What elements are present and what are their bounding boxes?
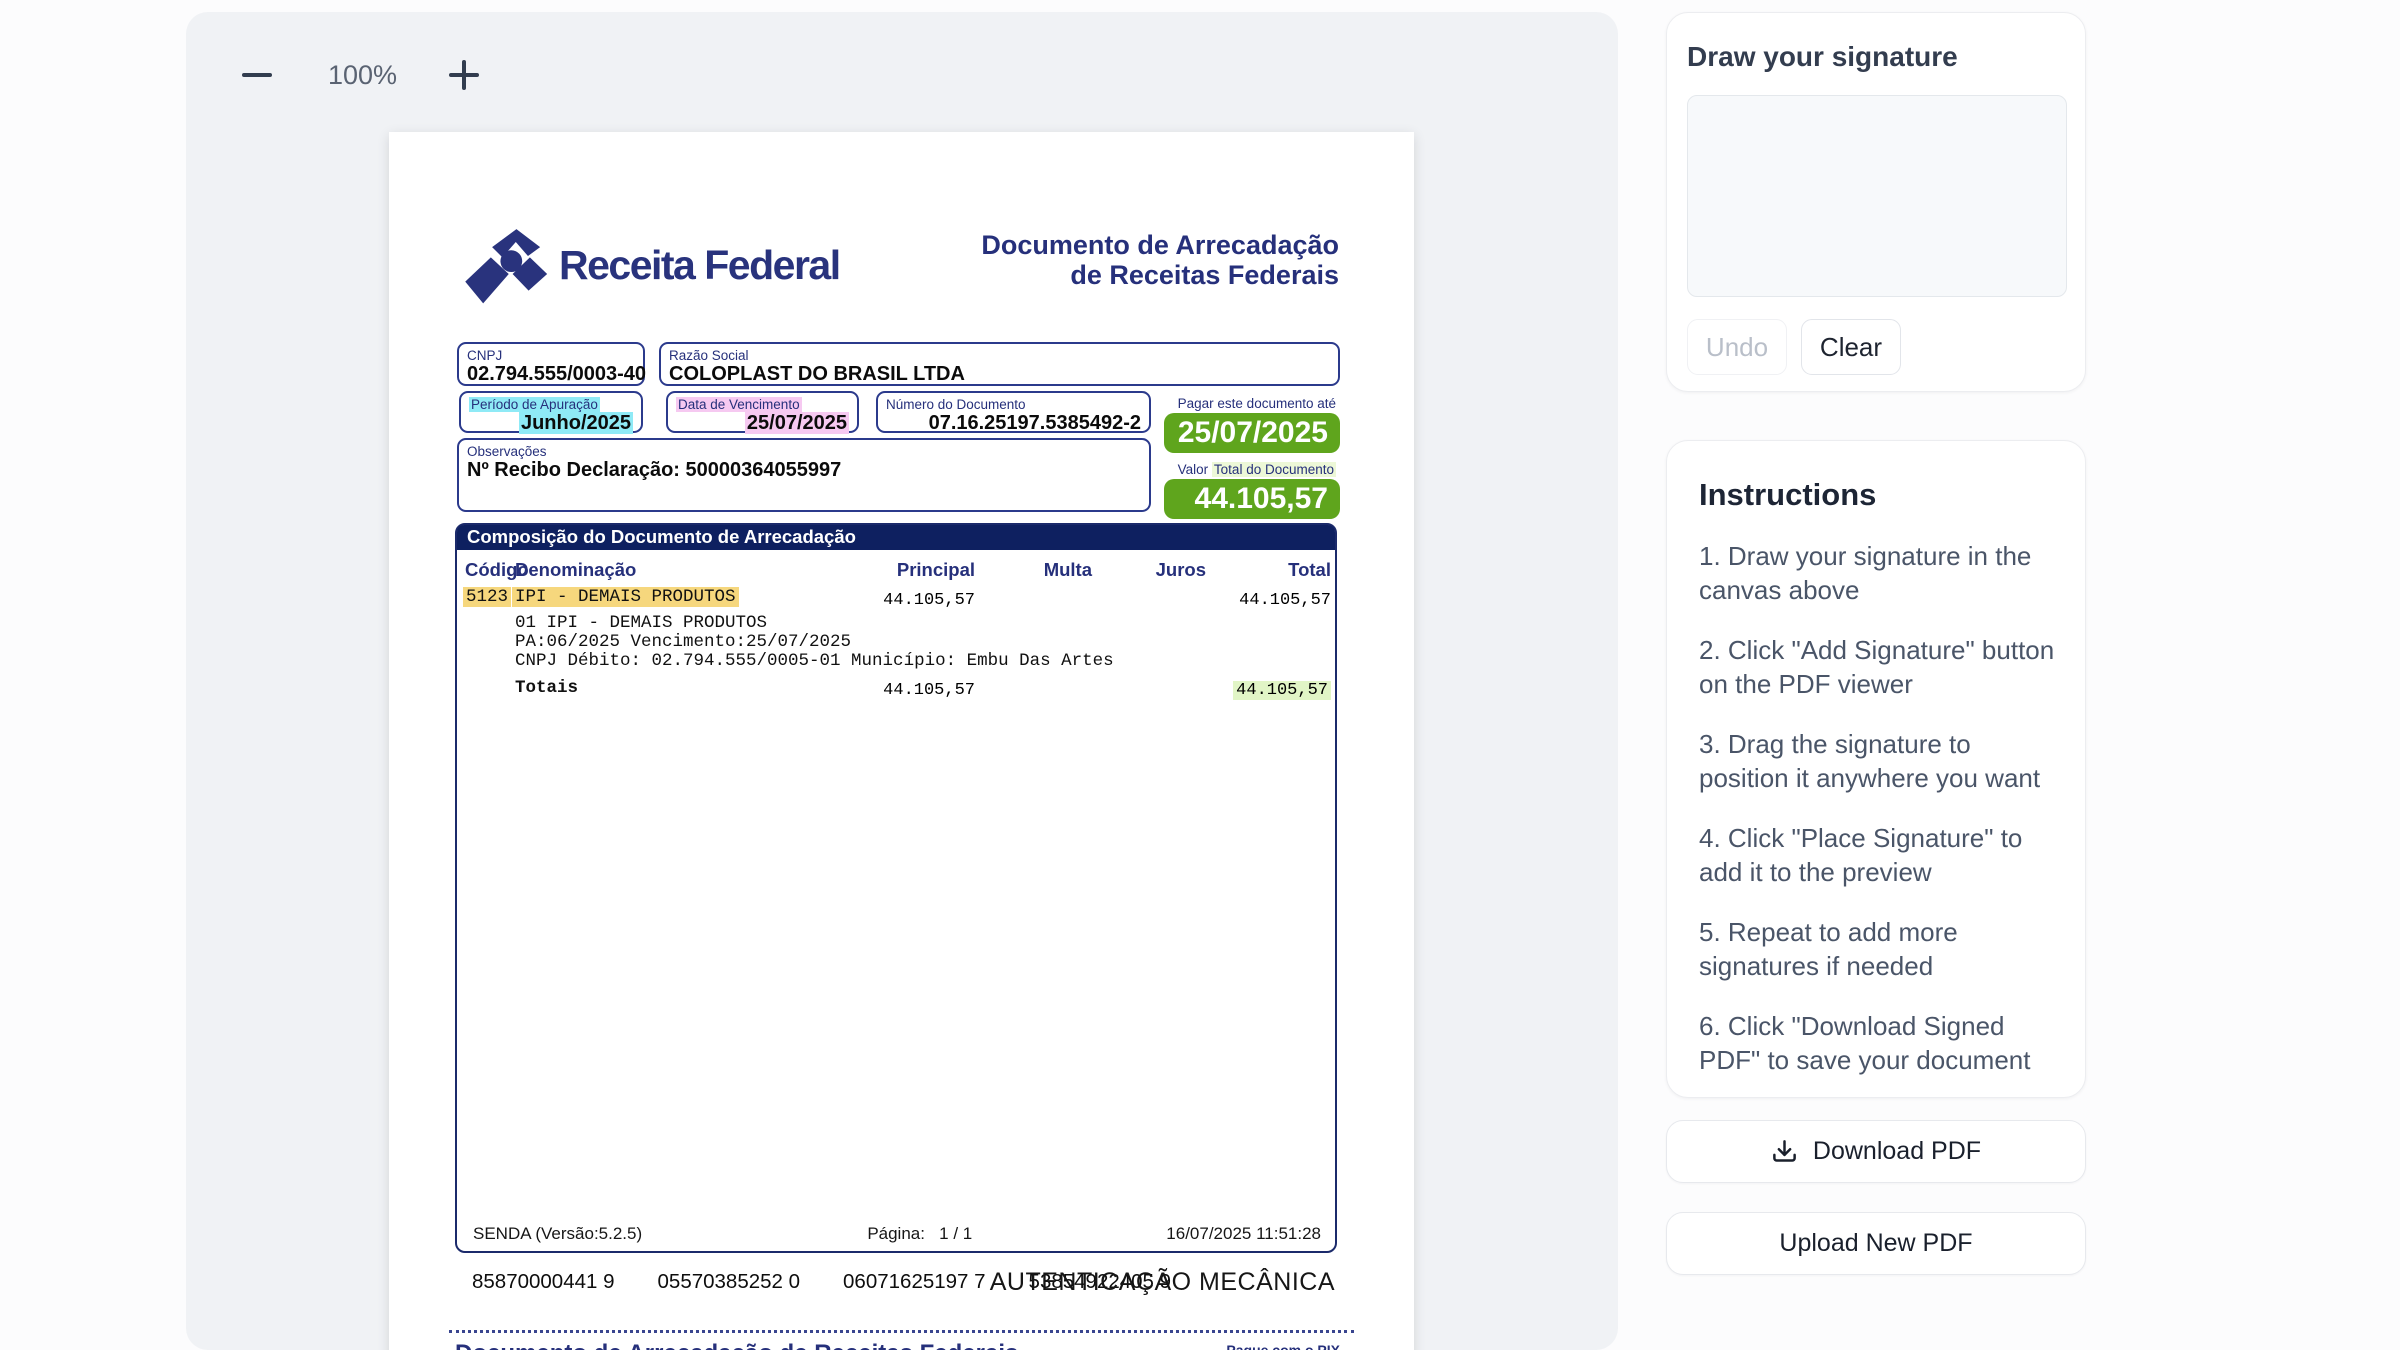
autenticacao-mecanica: AUTENTICAÇÃO MECÂNICA bbox=[990, 1268, 1335, 1297]
numero-documento-value: 07.16.25197.5385492-2 bbox=[886, 412, 1141, 435]
razao-social-field: Razão Social COLOPLAST DO BRASIL LTDA bbox=[659, 342, 1340, 386]
periodo-apuracao-label: Período de Apuração bbox=[469, 397, 600, 412]
totais-total: 44.105,57 bbox=[1201, 681, 1331, 700]
download-pdf-button[interactable]: Download PDF bbox=[1666, 1120, 2086, 1183]
row-detail: PA:06/2025 Vencimento:25/07/2025 bbox=[515, 632, 851, 652]
instructions-title: Instructions bbox=[1699, 477, 2055, 513]
row-denominacao: IPI - DEMAIS PRODUTOS bbox=[512, 587, 739, 607]
logo-text: Receita Federal bbox=[559, 242, 840, 289]
instruction-step: 2. Click "Add Signature" button on the P… bbox=[1699, 633, 2055, 701]
pagina-label: Página: bbox=[867, 1224, 925, 1243]
razao-social-value: COLOPLAST DO BRASIL LTDA bbox=[669, 363, 1330, 386]
senda-version: SENDA (Versão:5.2.5) bbox=[473, 1224, 642, 1244]
data-vencimento-label: Data de Vencimento bbox=[676, 397, 802, 412]
periodo-apuracao-field: Período de Apuração Junho/2025 bbox=[459, 391, 643, 433]
pagina-value: 1 / 1 bbox=[939, 1224, 972, 1243]
numero-documento-label: Número do Documento bbox=[886, 397, 1141, 412]
periodo-apuracao-value: Junho/2025 bbox=[519, 412, 633, 434]
download-icon bbox=[1771, 1138, 1798, 1165]
instruction-step: 6. Click "Download Signed PDF" to save y… bbox=[1699, 1009, 2055, 1077]
row-detail: CNPJ Débito: 02.794.555/0005-01 Municípi… bbox=[515, 651, 1114, 671]
signature-panel-title: Draw your signature bbox=[1687, 41, 2065, 73]
data-vencimento-field: Data de Vencimento 25/07/2025 bbox=[666, 391, 859, 433]
composicao-section-title: Composição do Documento de Arrecadação bbox=[457, 525, 1335, 550]
col-header-multa: Multa bbox=[962, 559, 1092, 581]
clear-button[interactable]: Clear bbox=[1801, 319, 1901, 375]
totais-label: Totais bbox=[515, 678, 578, 698]
col-header-principal: Principal bbox=[845, 559, 975, 581]
observacoes-value: Nº Recibo Declaração: 50000364055997 bbox=[467, 459, 1141, 482]
row-codigo: 5123 bbox=[463, 587, 511, 607]
instruction-step: 3. Drag the signature to position it any… bbox=[1699, 727, 2055, 795]
instruction-step: 4. Click "Place Signature" to add it to … bbox=[1699, 821, 2055, 889]
valor-total-value: 44.105,57 bbox=[1164, 479, 1340, 519]
razao-social-label: Razão Social bbox=[669, 348, 1330, 363]
pdf-signer-app: 100% Receita Federal Documen bbox=[0, 0, 2400, 1350]
signature-panel: Draw your signature Undo Clear bbox=[1666, 12, 2086, 392]
totais-principal: 44.105,57 bbox=[845, 681, 975, 700]
pix-label: Pague com o PIX bbox=[1226, 1342, 1340, 1350]
pagar-ate-value: 25/07/2025 bbox=[1164, 413, 1340, 453]
valor-total-label: Valor Total do Documento bbox=[1178, 462, 1336, 477]
next-section-title: Documento de Arrecadação de Receitas Fed… bbox=[455, 1340, 1018, 1350]
signature-canvas[interactable] bbox=[1687, 95, 2067, 297]
receita-federal-logo: Receita Federal bbox=[455, 222, 840, 308]
col-header-juros: Juros bbox=[1076, 559, 1206, 581]
row-detail: 01 IPI - DEMAIS PRODUTOS bbox=[515, 613, 767, 633]
pdf-viewer-area: 100% Receita Federal Documen bbox=[186, 12, 1618, 1350]
document-title: Documento de Arrecadação de Receitas Fed… bbox=[981, 230, 1339, 290]
numero-documento-field: Número do Documento 07.16.25197.5385492-… bbox=[876, 391, 1151, 433]
undo-button[interactable]: Undo bbox=[1687, 319, 1787, 375]
row-principal: 44.105,57 bbox=[845, 591, 975, 610]
zoom-level: 100% bbox=[328, 60, 397, 91]
cnpj-field: CNPJ 02.794.555/0003-40 bbox=[457, 342, 645, 386]
cnpj-value: 02.794.555/0003-40 bbox=[467, 363, 635, 386]
col-header-total: Total bbox=[1201, 559, 1331, 581]
upload-new-pdf-label: Upload New PDF bbox=[1779, 1229, 1972, 1258]
instructions-panel: Instructions 1. Draw your signature in t… bbox=[1666, 440, 2086, 1098]
receita-federal-logo-icon bbox=[455, 222, 551, 308]
pdf-page: Receita Federal Documento de Arrecadação… bbox=[389, 132, 1414, 1350]
tear-line bbox=[449, 1330, 1354, 1333]
zoom-in-button[interactable] bbox=[443, 54, 485, 96]
row-total: 44.105,57 bbox=[1201, 591, 1331, 610]
pagar-ate-label: Pagar este documento até bbox=[1178, 396, 1336, 411]
minus-icon bbox=[242, 73, 272, 77]
upload-new-pdf-button[interactable]: Upload New PDF bbox=[1666, 1212, 2086, 1275]
zoom-out-button[interactable] bbox=[236, 54, 278, 96]
instruction-step: 5. Repeat to add more signatures if need… bbox=[1699, 915, 2055, 983]
table-footer: SENDA (Versão:5.2.5) Página: 1 / 1 16/07… bbox=[473, 1224, 1321, 1244]
download-pdf-label: Download PDF bbox=[1813, 1137, 1981, 1166]
data-vencimento-value: 25/07/2025 bbox=[745, 412, 849, 434]
composicao-table: Composição do Documento de Arrecadação C… bbox=[455, 523, 1337, 1253]
footer-timestamp: 16/07/2025 11:51:28 bbox=[1166, 1224, 1321, 1244]
col-header-denominacao: Denominação bbox=[515, 559, 636, 581]
observacoes-label: Observações bbox=[467, 444, 1141, 459]
instruction-step: 1. Draw your signature in the canvas abo… bbox=[1699, 539, 2055, 607]
observacoes-field: Observações Nº Recibo Declaração: 500003… bbox=[457, 438, 1151, 512]
cnpj-label: CNPJ bbox=[467, 348, 635, 363]
zoom-toolbar: 100% bbox=[236, 54, 485, 96]
plus-icon bbox=[449, 60, 479, 90]
